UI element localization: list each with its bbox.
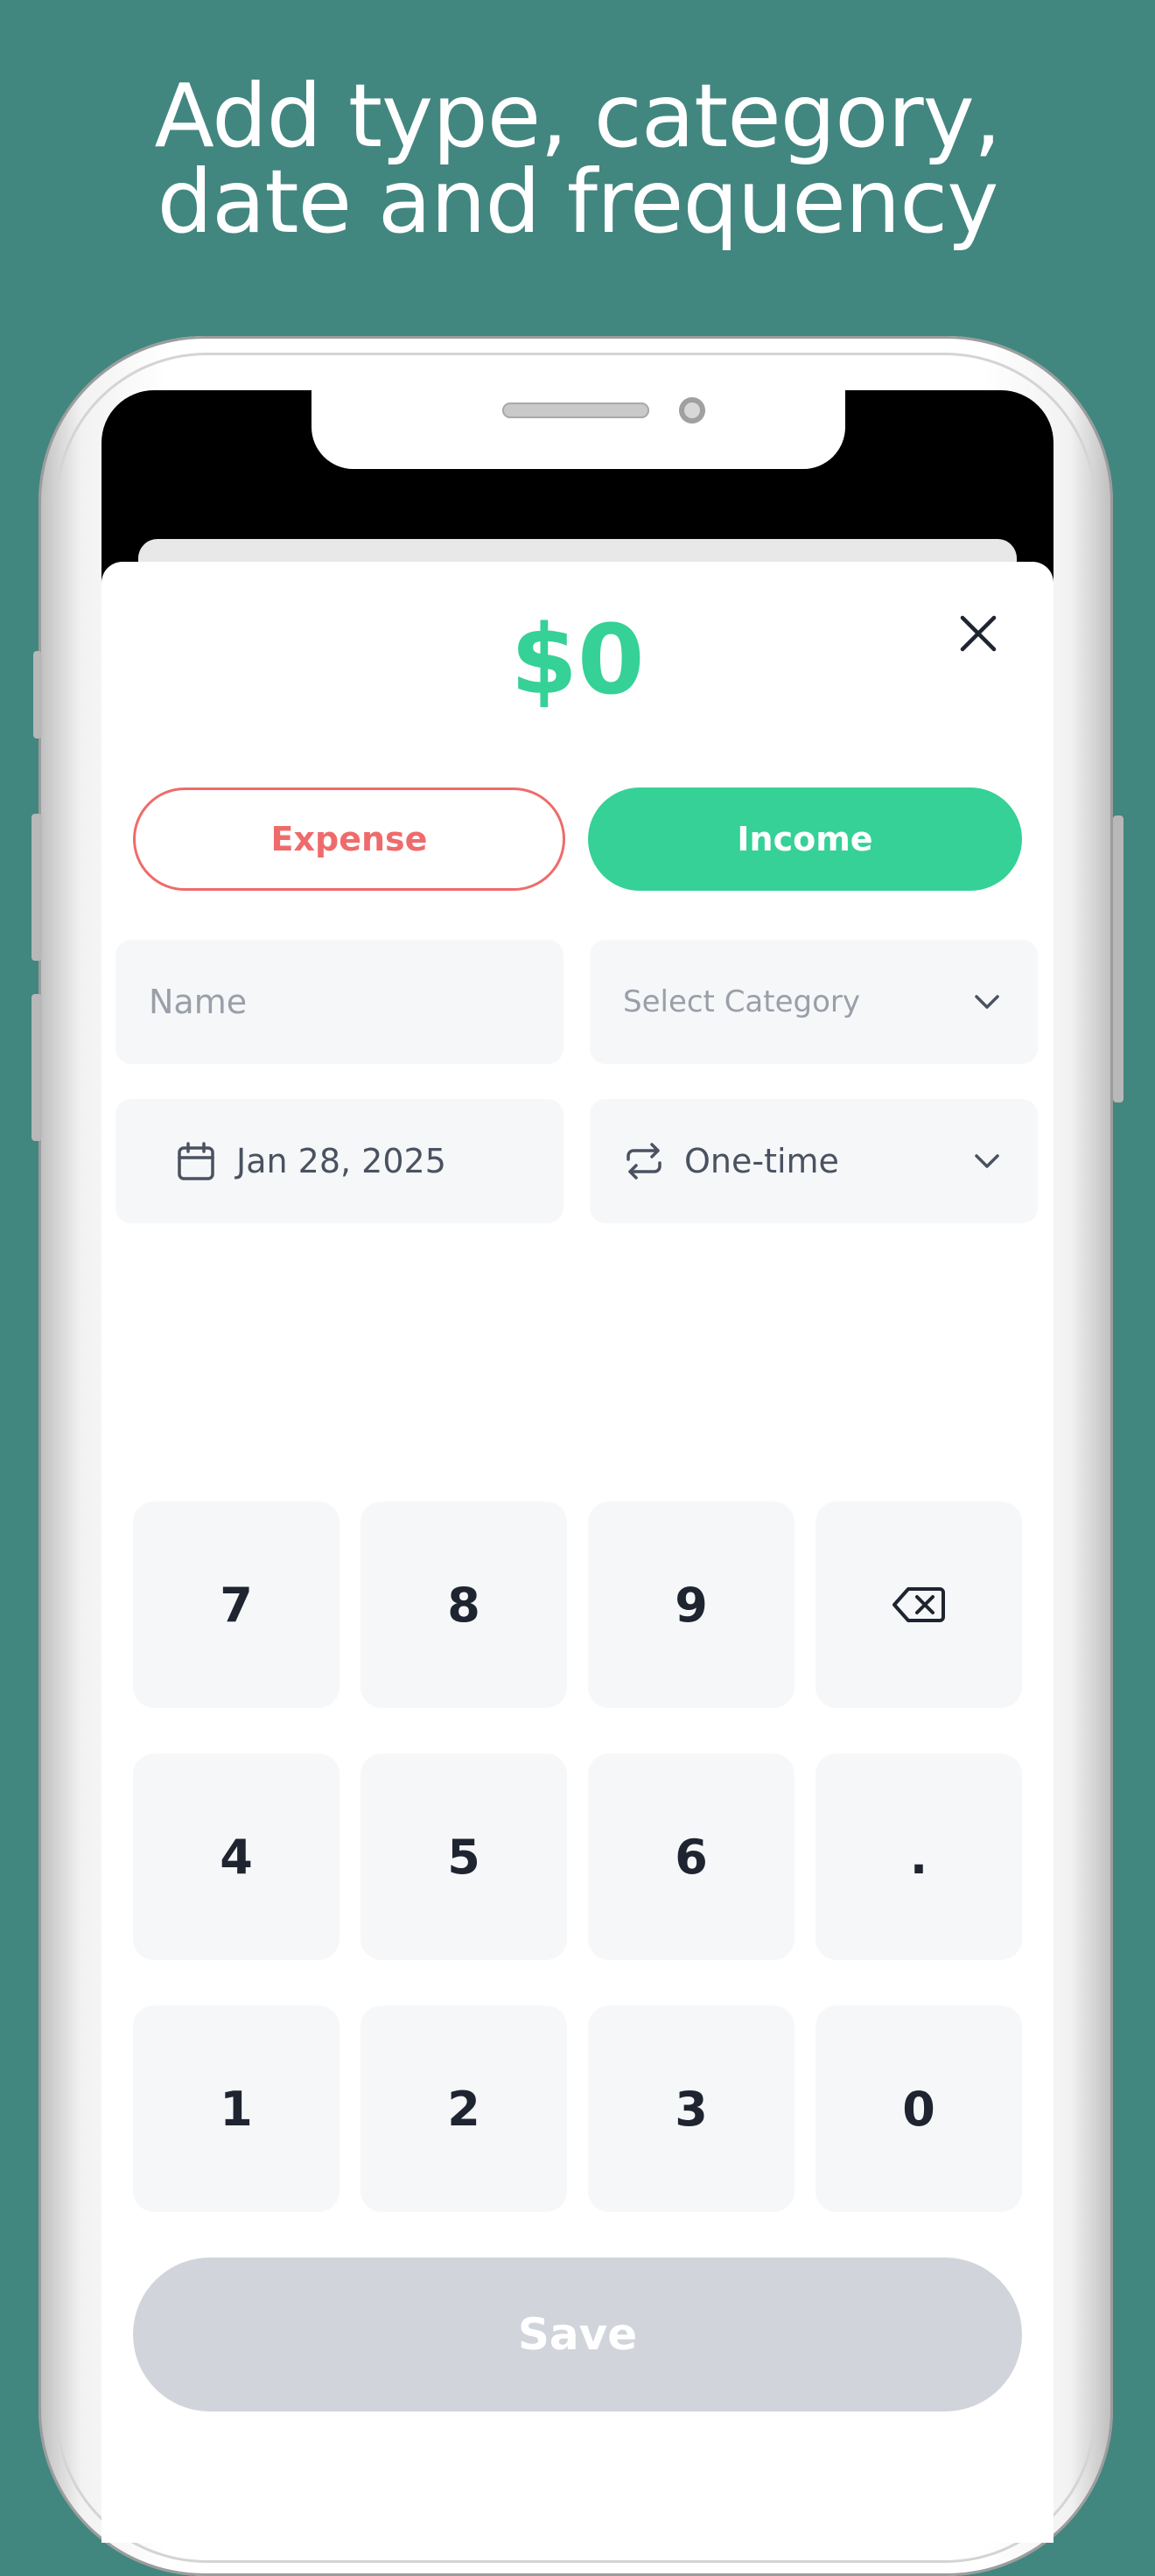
phone-mute-switch	[33, 651, 42, 738]
keypad-key-7[interactable]: 7	[133, 1502, 340, 1708]
headline-line-1: Add type, category,	[154, 65, 1001, 167]
keypad-key-6[interactable]: 6	[588, 1754, 794, 1960]
add-transaction-sheet: $0 Expense Income Name Select Category J…	[102, 562, 1054, 2543]
chevron-down-icon	[975, 995, 999, 1009]
backspace-icon	[892, 1587, 945, 1622]
keypad-key-0[interactable]: 0	[816, 2006, 1022, 2212]
calendar-icon	[178, 1142, 214, 1180]
save-button[interactable]: Save	[133, 2258, 1022, 2412]
date-picker[interactable]: Jan 28, 2025	[116, 1099, 564, 1223]
name-placeholder: Name	[149, 983, 248, 1021]
phone-power-button	[1113, 816, 1124, 1102]
frequency-value: One-time	[684, 1142, 839, 1180]
name-input[interactable]: Name	[116, 940, 564, 1064]
marketing-headline: Add type, category, date and frequency	[0, 65, 1155, 253]
keypad-key-9[interactable]: 9	[588, 1502, 794, 1708]
phone-screen: $0 Expense Income Name Select Category J…	[102, 390, 1054, 2543]
keypad-backspace-button[interactable]	[816, 1502, 1022, 1708]
phone-volume-down	[32, 994, 42, 1141]
category-select[interactable]: Select Category	[590, 940, 1038, 1064]
keypad-key-3[interactable]: 3	[588, 2006, 794, 2212]
chevron-down-icon	[975, 1154, 999, 1168]
keypad-key-1[interactable]: 1	[133, 2006, 340, 2212]
amount-display: $0	[510, 604, 645, 716]
headline-line-2: date and frequency	[157, 150, 999, 253]
repeat-icon	[626, 1143, 662, 1180]
phone-speaker	[502, 402, 649, 418]
phone-volume-up	[32, 814, 42, 961]
keypad-key-8[interactable]: 8	[360, 1502, 567, 1708]
date-value: Jan 28, 2025	[236, 1142, 446, 1180]
keypad-key-4[interactable]: 4	[133, 1754, 340, 1960]
frequency-select[interactable]: One-time	[590, 1099, 1038, 1223]
phone-camera	[679, 397, 705, 424]
income-toggle-button[interactable]: Income	[588, 788, 1022, 891]
expense-toggle-button[interactable]: Expense	[133, 788, 565, 891]
category-placeholder: Select Category	[623, 984, 861, 1019]
keypad-key-2[interactable]: 2	[360, 2006, 567, 2212]
keypad-key-5[interactable]: 5	[360, 1754, 567, 1960]
keypad-key-decimal[interactable]: .	[816, 1754, 1022, 1960]
